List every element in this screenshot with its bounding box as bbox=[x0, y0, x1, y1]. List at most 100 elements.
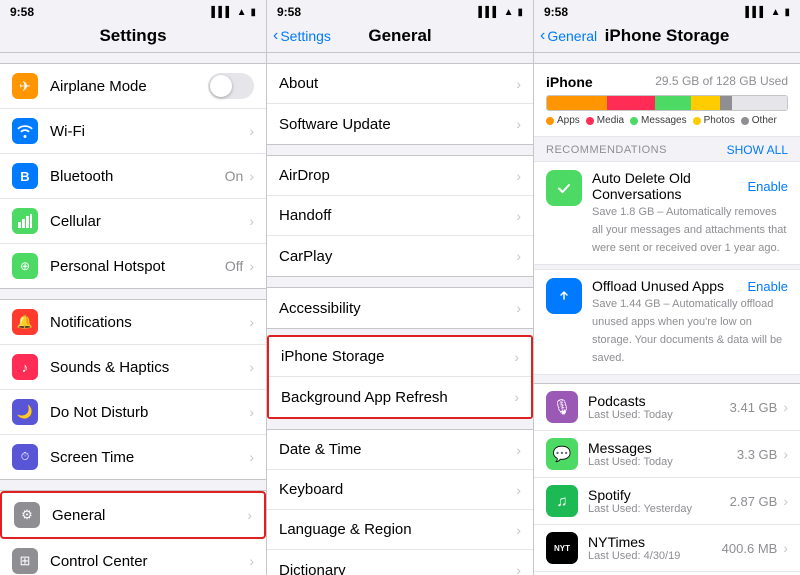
autodelete-icon bbox=[546, 170, 582, 206]
dnd-icon: 🌙 bbox=[12, 399, 38, 425]
screentime-icon: ⏱ bbox=[12, 444, 38, 470]
messages-size: 3.3 GB bbox=[737, 447, 777, 462]
messages-app-icon: 💬 bbox=[546, 438, 578, 470]
dictionary-label: Dictionary bbox=[279, 562, 516, 575]
notifications-chevron: › bbox=[249, 314, 254, 330]
app-item-podcasts[interactable]: 🎙 Podcasts Last Used: Today 3.41 GB › bbox=[534, 384, 800, 431]
settings-item-hotspot[interactable]: ⊕ Personal Hotspot Off › bbox=[0, 244, 266, 288]
bluetooth-chevron: › bbox=[249, 168, 254, 184]
wifi-icon: ▲ bbox=[237, 7, 247, 18]
general-item-handoff[interactable]: Handoff › bbox=[267, 196, 533, 236]
nytimes-name: NYTimes bbox=[588, 534, 722, 550]
settings-item-sounds[interactable]: ♪ Sounds & Haptics › bbox=[0, 345, 266, 390]
nav-bar-settings: Settings bbox=[0, 22, 266, 53]
screentime-chevron: › bbox=[249, 449, 254, 465]
legend-other: Other bbox=[741, 115, 777, 126]
general-item-carplay[interactable]: CarPlay › bbox=[267, 236, 533, 276]
settings-scroll[interactable]: ✈ Airplane Mode Wi-Fi › B Bluetooth On › bbox=[0, 53, 266, 575]
storage-scroll[interactable]: iPhone 29.5 GB of 128 GB Used Apps bbox=[534, 53, 800, 575]
settings-item-notifications[interactable]: 🔔 Notifications › bbox=[0, 300, 266, 345]
battery-icon: ▮ bbox=[250, 7, 256, 18]
carplay-label: CarPlay bbox=[279, 248, 516, 265]
offload-content: Offload Unused Apps Enable Save 1.44 GB … bbox=[592, 278, 788, 366]
messages-name: Messages bbox=[588, 440, 737, 456]
podcasts-size: 3.41 GB bbox=[730, 400, 778, 415]
messages-info: Messages Last Used: Today bbox=[588, 440, 737, 468]
offload-enable[interactable]: Enable bbox=[748, 279, 788, 294]
app-item-messages[interactable]: 💬 Messages Last Used: Today 3.3 GB › bbox=[534, 431, 800, 478]
controlcenter-icon: ⊞ bbox=[12, 548, 38, 574]
settings-item-controlcenter[interactable]: ⊞ Control Center › bbox=[0, 539, 266, 575]
bluetooth-icon: B bbox=[12, 163, 38, 189]
offload-icon bbox=[546, 278, 582, 314]
cellular-icon bbox=[12, 208, 38, 234]
general-item-language[interactable]: Language & Region › bbox=[267, 510, 533, 550]
storage-seg-messages bbox=[655, 96, 691, 110]
dnd-chevron: › bbox=[249, 404, 254, 420]
rec-title: RECOMMENDATIONS bbox=[546, 144, 667, 156]
autodelete-enable[interactable]: Enable bbox=[748, 179, 788, 194]
legend-media: Media bbox=[586, 115, 624, 126]
wifi-label: Wi-Fi bbox=[50, 123, 249, 140]
dnd-label: Do Not Disturb bbox=[50, 404, 249, 421]
status-icons-2: ▌▌▌ ▲ ▮ bbox=[478, 7, 523, 18]
podcasts-info: Podcasts Last Used: Today bbox=[588, 393, 730, 421]
settings-item-airplane[interactable]: ✈ Airplane Mode bbox=[0, 64, 266, 109]
rec-item-offload[interactable]: Offload Unused Apps Enable Save 1.44 GB … bbox=[534, 269, 800, 375]
show-all-button[interactable]: SHOW ALL bbox=[727, 143, 788, 157]
settings-item-screentime[interactable]: ⏱ Screen Time › bbox=[0, 435, 266, 479]
hotspot-icon: ⊕ bbox=[12, 253, 38, 279]
autodelete-content: Auto Delete Old Conversations Enable Sav… bbox=[592, 170, 788, 256]
general-chevron: › bbox=[247, 507, 252, 523]
storage-bar bbox=[546, 95, 788, 111]
sounds-icon: ♪ bbox=[12, 354, 38, 380]
panel-settings: 9:58 ▌▌▌ ▲ ▮ Settings ✈ Airplane Mode bbox=[0, 0, 267, 575]
general-scroll[interactable]: About › Software Update › AirDrop › Hand… bbox=[267, 53, 533, 575]
app-item-nytimes[interactable]: NYT NYTimes Last Used: 4/30/19 400.6 MB … bbox=[534, 525, 800, 572]
spotify-size: 2.87 GB bbox=[730, 494, 778, 509]
general-item-dictionary[interactable]: Dictionary › bbox=[267, 550, 533, 575]
general-item-softwareupdate[interactable]: Software Update › bbox=[267, 104, 533, 144]
general-section-3: Accessibility › bbox=[267, 287, 533, 329]
general-label: General bbox=[52, 507, 247, 524]
settings-item-dnd[interactable]: 🌙 Do Not Disturb › bbox=[0, 390, 266, 435]
settings-item-wifi[interactable]: Wi-Fi › bbox=[0, 109, 266, 154]
storage-back-button[interactable]: ‹ General bbox=[540, 27, 597, 45]
sounds-chevron: › bbox=[249, 359, 254, 375]
general-item-accessibility[interactable]: Accessibility › bbox=[267, 288, 533, 328]
general-item-about[interactable]: About › bbox=[267, 64, 533, 104]
app-item-spotify[interactable]: ♫ Spotify Last Used: Yesterday 2.87 GB › bbox=[534, 478, 800, 525]
general-item-airdrop[interactable]: AirDrop › bbox=[267, 156, 533, 196]
podcasts-icon: 🎙 bbox=[546, 391, 578, 423]
settings-item-cellular[interactable]: Cellular › bbox=[0, 199, 266, 244]
spotify-used: Last Used: Yesterday bbox=[588, 503, 730, 515]
settings-section-3: ⚙ General › ⊞ Control Center › ☀ Display… bbox=[0, 490, 266, 575]
spotify-icon: ♫ bbox=[546, 485, 578, 517]
nytimes-info: NYTimes Last Used: 4/30/19 bbox=[588, 534, 722, 562]
general-back-button[interactable]: ‹ Settings bbox=[273, 27, 331, 45]
settings-item-bluetooth[interactable]: B Bluetooth On › bbox=[0, 154, 266, 199]
signal-icon-2: ▌▌▌ bbox=[478, 7, 499, 18]
time-1: 9:58 bbox=[10, 5, 34, 19]
general-item-datetime[interactable]: Date & Time › bbox=[267, 430, 533, 470]
general-item-keyboard[interactable]: Keyboard › bbox=[267, 470, 533, 510]
hotspot-label: Personal Hotspot bbox=[50, 258, 225, 275]
autodelete-row: Auto Delete Old Conversations Enable bbox=[592, 170, 788, 202]
notifications-icon: 🔔 bbox=[12, 309, 38, 335]
signal-icon-3: ▌▌▌ bbox=[745, 7, 766, 18]
storage-seg-photos bbox=[691, 96, 720, 110]
settings-item-general[interactable]: ⚙ General › bbox=[0, 491, 266, 539]
status-bar-2: 9:58 ▌▌▌ ▲ ▮ bbox=[267, 0, 533, 22]
general-back-label: Settings bbox=[280, 28, 331, 44]
controlcenter-label: Control Center bbox=[50, 553, 249, 570]
recommendations-header: RECOMMENDATIONS SHOW ALL bbox=[534, 137, 800, 161]
airplane-toggle[interactable] bbox=[208, 73, 254, 99]
accessibility-label: Accessibility bbox=[279, 300, 516, 317]
general-item-iphone-storage[interactable]: iPhone Storage › bbox=[269, 337, 531, 377]
offload-row: Offload Unused Apps Enable bbox=[592, 278, 788, 294]
cellular-chevron: › bbox=[249, 213, 254, 229]
general-item-backgroundrefresh[interactable]: Background App Refresh › bbox=[269, 377, 531, 417]
app-list-section: 🎙 Podcasts Last Used: Today 3.41 GB › 💬 … bbox=[534, 383, 800, 575]
rec-item-autodelete[interactable]: Auto Delete Old Conversations Enable Sav… bbox=[534, 161, 800, 265]
bluetooth-label: Bluetooth bbox=[50, 168, 225, 185]
